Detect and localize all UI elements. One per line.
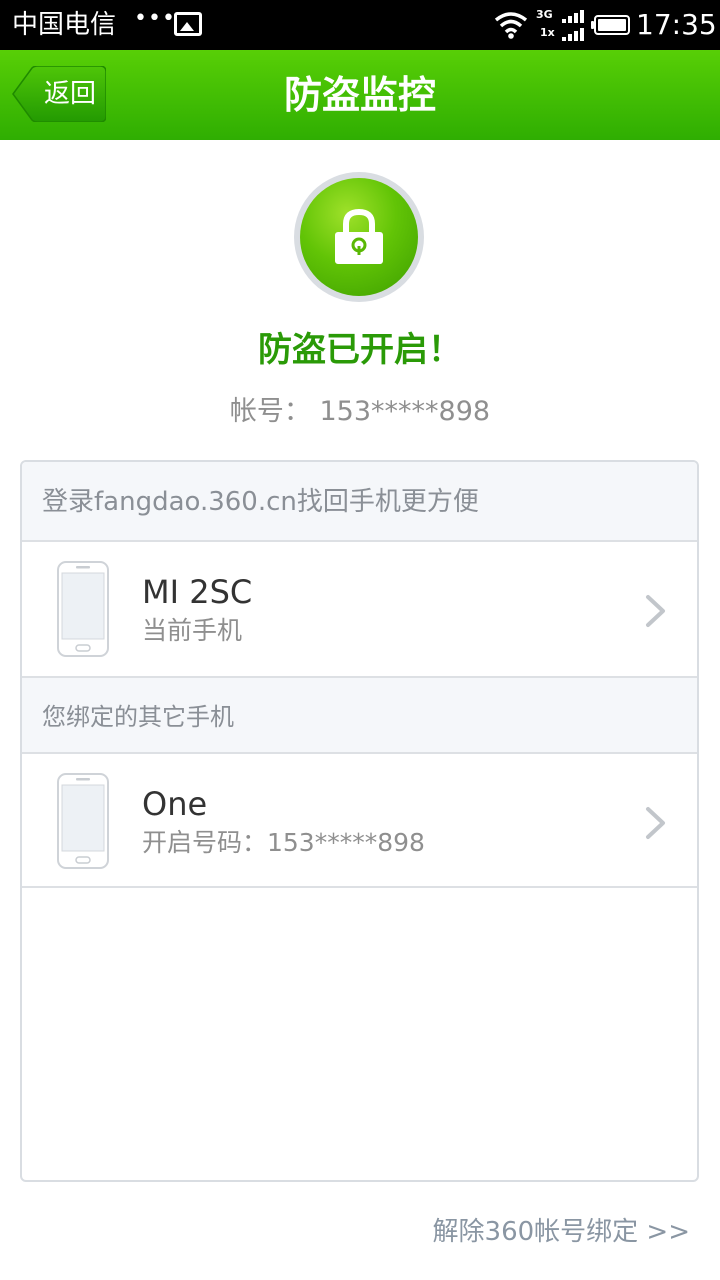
account-number: 帐号： 153*****898 [229,396,491,427]
lock-icon [335,208,383,264]
signal-icon: 3G 1x [536,8,588,44]
status-bar: 中国电信 ••• 3G 1x 17:35 [0,0,720,50]
title-bar: 防盗监控 返回 [0,50,720,140]
back-label: 返回 [43,79,96,109]
phone-icon [57,561,109,657]
unbind-account-link[interactable]: 解除360帐号绑定 >> [433,1212,690,1252]
back-button[interactable]: 返回 [12,66,106,122]
wifi-icon [494,12,528,39]
page-title: 防盗监控 [283,73,436,117]
current-device-row[interactable]: MI 2SC 当前手机 [22,542,697,676]
other-device-row[interactable]: One 开启号码：153*****898 [22,754,697,888]
other-devices-header: 您绑定的其它手机 [22,676,697,754]
device-subtitle: 当前手机 [142,616,243,645]
devices-card: 登录fangdao.360.cn找回手机更方便 MI 2SC 当前手机 您绑定的… [20,460,699,1182]
protection-status-text: 防盗已开启！ [258,330,462,370]
chevron-right-icon [646,595,665,627]
clock: 17:35 [636,8,717,41]
login-hint: 登录fangdao.360.cn找回手机更方便 [22,462,697,542]
protection-status-badge [294,172,424,302]
chevron-right-icon [646,807,665,839]
phone-icon [57,773,109,869]
carrier-label: 中国电信 [12,10,117,40]
battery-icon [591,15,630,35]
device-name: MI 2SC [142,573,253,611]
device-name: One [142,785,208,823]
notification-dots: ••• [134,6,176,31]
device-subtitle: 开启号码：153*****898 [142,828,425,857]
image-notification-icon [174,12,202,36]
